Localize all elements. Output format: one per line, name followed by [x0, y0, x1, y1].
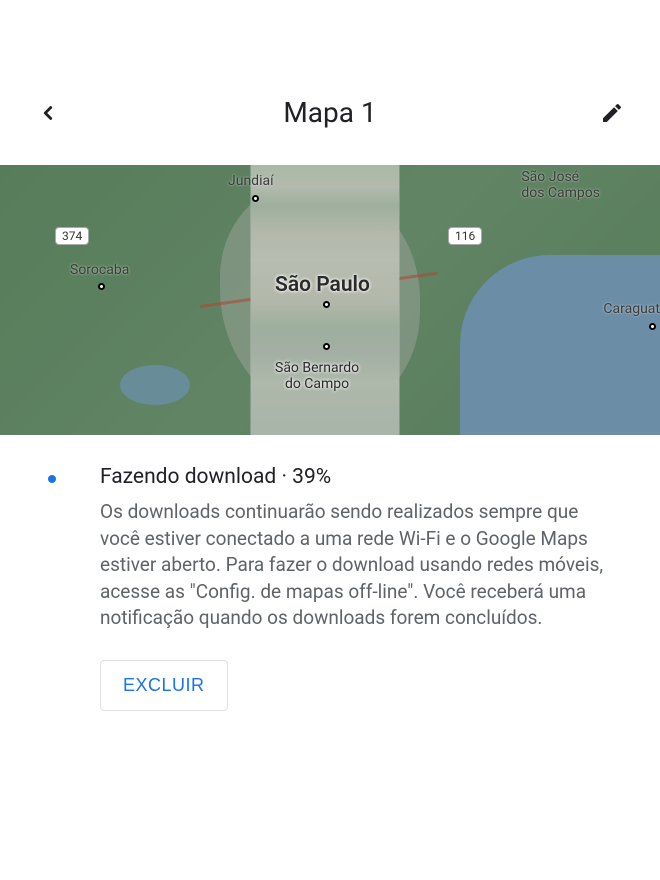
back-button[interactable] [28, 93, 68, 133]
download-description: Os downloads continuarão sendo realizado… [100, 499, 620, 632]
map-city-marker [98, 283, 105, 290]
map-city-marker [252, 195, 259, 202]
map-city-marker [323, 301, 330, 308]
edit-button[interactable] [592, 93, 632, 133]
pencil-icon [600, 101, 624, 125]
road-shield: 374 [55, 227, 89, 245]
loading-spinner-icon [48, 475, 56, 483]
chevron-left-icon [37, 102, 59, 124]
download-status-panel: Fazendo download · 39% Os downloads cont… [0, 435, 660, 711]
delete-button[interactable]: EXCLUIR [100, 660, 228, 711]
road-shield: 116 [448, 227, 482, 245]
header: Mapa 1 [0, 0, 660, 165]
page-title: Mapa 1 [68, 96, 592, 129]
map-preview[interactable]: Jundiaí São Josédos Campos 374 116 Soroc… [0, 165, 660, 435]
download-status-label: Fazendo download [100, 465, 276, 489]
download-status-title: Fazendo download · 39% [100, 465, 620, 489]
map-city-marker [649, 323, 656, 330]
map-city-marker [323, 343, 330, 350]
download-percent: 39% [292, 465, 331, 489]
